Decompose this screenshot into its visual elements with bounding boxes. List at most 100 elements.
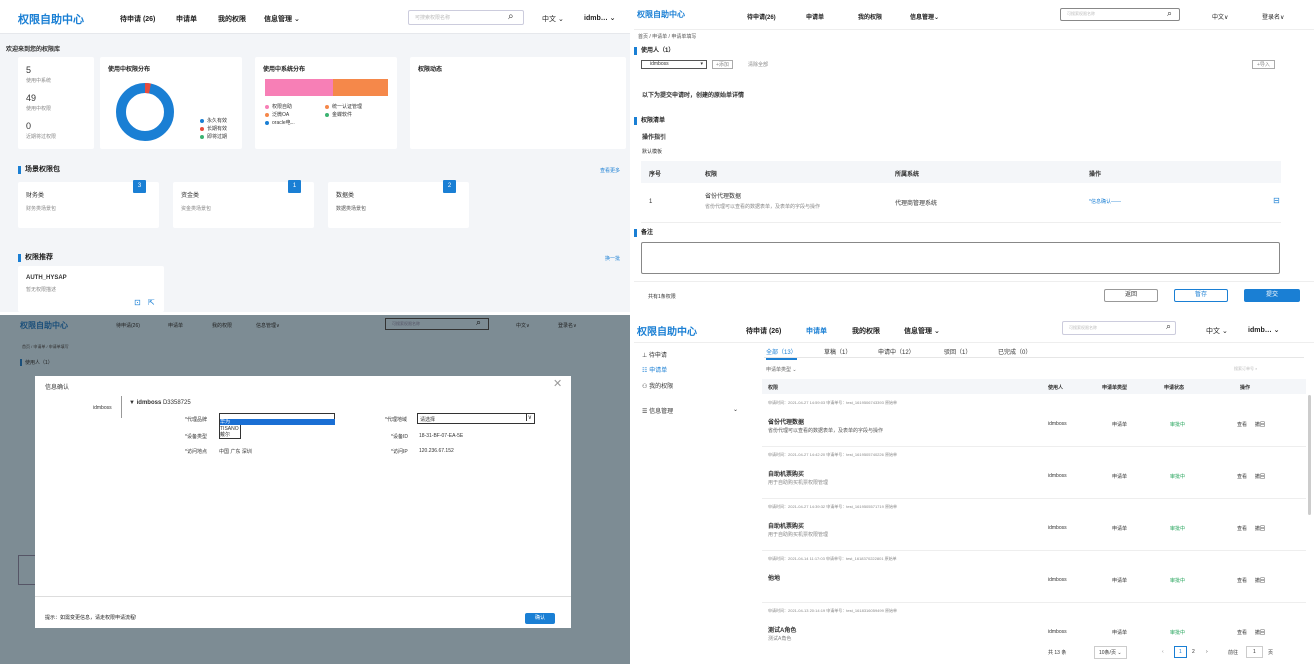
user-select[interactable]: idmboss ▾	[641, 60, 707, 69]
nav-requests[interactable]: 申请单	[168, 322, 183, 329]
nav-pending[interactable]: 待申请 (26)	[120, 14, 155, 24]
table-header: 序号 权限 所属系统 操作	[641, 161, 1281, 183]
scrollbar[interactable]	[1308, 395, 1311, 515]
back-button[interactable]: 返回	[1104, 289, 1158, 302]
col-perm: 权限	[768, 385, 779, 391]
view-link[interactable]: 查看	[1237, 525, 1247, 532]
nav-my-permissions[interactable]: 我的权限	[858, 12, 882, 21]
col-status: 申请状态	[1164, 385, 1185, 391]
list-header: 权限 使用人 申请单类型 申请状态 操作	[762, 379, 1306, 394]
view-link[interactable]: 查看	[1237, 629, 1247, 636]
sidebar-item-requests[interactable]: ☷ 申请单	[642, 365, 667, 374]
nav-requests[interactable]: 申请单	[806, 326, 827, 336]
brand-option[interactable]: 戴尔	[220, 432, 240, 438]
nav-info-manage[interactable]: 信息管理 ⌄	[904, 326, 940, 336]
close-icon[interactable]: ✕	[553, 377, 562, 390]
list-item[interactable]: 申请时间：2021-04-14 11:17:03 申请单号：test_16183…	[762, 551, 1306, 603]
nav-info-manage[interactable]: 信息管理∨	[256, 322, 280, 329]
nav-pending[interactable]: 待申请 (26)	[746, 326, 781, 336]
list-item[interactable]: 申请时间：2021-04-27 14:59:03 申请单号：test_16195…	[762, 395, 1306, 447]
search-input[interactable]: 可搜索权限名称	[1060, 8, 1180, 21]
language-select[interactable]: 中文 ⌄	[542, 14, 564, 24]
tab-all[interactable]: 全部（13）	[766, 347, 797, 360]
search-icon[interactable]: ⌕	[1166, 321, 1171, 332]
view-link[interactable]: 查看	[1237, 421, 1247, 428]
sidebar-item-info-manage[interactable]: ☰ 信息管理 ⌄	[642, 406, 738, 415]
withdraw-link[interactable]: 撤回	[1255, 577, 1265, 584]
withdraw-link[interactable]: 撤回	[1255, 629, 1265, 636]
nav-my-permissions[interactable]: 我的权限	[852, 326, 880, 336]
search-icon[interactable]: ⌕	[1167, 8, 1172, 19]
user-menu[interactable]: 登录名∨	[558, 322, 577, 329]
goto-input[interactable]: 1	[1246, 646, 1263, 658]
scene-card-data[interactable]: 数据类 数据类场景包 2	[328, 180, 469, 228]
request-type-filter[interactable]: 申请单类型 ⌄	[766, 366, 797, 373]
view-link[interactable]: 查看	[1237, 577, 1247, 584]
search-input[interactable]: 可搜索权限名称	[408, 10, 524, 25]
save-draft-button[interactable]: 暂存	[1174, 289, 1228, 302]
nav-requests[interactable]: 申请单	[806, 12, 824, 21]
clear-all-link[interactable]: 清除全部	[748, 61, 768, 68]
tree-node[interactable]: ▼ idmboss D3358725	[129, 400, 191, 406]
list-item[interactable]: 申请时间：2021-04-27 14:42:20 申请单号：test_16195…	[762, 447, 1306, 499]
sidebar-item-my-permissions[interactable]: ⚇ 我的权限	[642, 381, 673, 390]
page-2[interactable]: 2	[1192, 649, 1195, 655]
language-select[interactable]: 中文∨	[1212, 12, 1228, 21]
row-desc: 用于自助购买机票权限管理	[768, 532, 829, 538]
search-input[interactable]: 可搜索权限名称	[385, 318, 489, 330]
next-page-icon[interactable]: ›	[1206, 649, 1208, 655]
stat-expiring-num: 0	[26, 121, 32, 131]
confirm-button[interactable]: 确认	[525, 613, 555, 624]
brand-option-selected[interactable]: 华为	[220, 419, 335, 425]
see-more-link[interactable]: 查看更多	[600, 167, 620, 174]
perm-donut-chart	[116, 83, 174, 141]
submit-button[interactable]: 提交	[1244, 289, 1300, 302]
page-size-select[interactable]: 10条/页 ⌄	[1094, 646, 1127, 659]
search-icon[interactable]: ⌕	[476, 317, 481, 328]
import-button[interactable]: +导入	[1252, 60, 1275, 69]
view-link[interactable]: 查看	[1237, 473, 1247, 480]
cart-icon[interactable]: ⊡	[134, 298, 141, 307]
page-1[interactable]: 1	[1174, 646, 1187, 658]
language-select[interactable]: 中文∨	[516, 322, 530, 329]
info-confirm-link[interactable]: *信息确认——	[1089, 198, 1121, 205]
tab-draft[interactable]: 草稿（1）	[824, 347, 851, 356]
brand-dropdown[interactable]: 华为 HP惠普 TISANO 戴尔	[219, 419, 335, 439]
remark-textarea[interactable]	[641, 242, 1280, 274]
search-icon[interactable]: ⌕	[508, 11, 514, 22]
user-menu[interactable]: idmb… ⌄	[1248, 326, 1280, 334]
language-select[interactable]: 中文 ⌄	[1206, 326, 1228, 336]
address-label: *访问地点	[185, 449, 207, 455]
user-menu[interactable]: 登录名∨	[1262, 12, 1284, 21]
apply-icon[interactable]: ⇱	[148, 298, 155, 307]
delete-icon[interactable]: ⊟	[1273, 196, 1280, 205]
tab-completed[interactable]: 已完成（0）	[998, 347, 1031, 356]
nav-my-permissions[interactable]: 我的权限	[218, 14, 246, 24]
scene-card-fund[interactable]: 资金类 资金类场景包 1	[173, 180, 314, 228]
add-user-button[interactable]: +添加	[712, 60, 733, 69]
nav-my-permissions[interactable]: 我的权限	[212, 322, 232, 329]
withdraw-link[interactable]: 撤回	[1255, 525, 1265, 532]
prev-page-icon[interactable]: ‹	[1162, 649, 1164, 655]
row-meta: 申请时间：2021-04-27 14:39:32 申请单号：test_16195…	[768, 504, 897, 509]
order-search-input[interactable]: 搜索订单号 ⌕	[1234, 366, 1257, 372]
nav-info-manage[interactable]: 信息管理 ⌄	[264, 14, 300, 24]
scene-card-finance[interactable]: 财务类 财务类场景包 3	[18, 180, 159, 228]
nav-pending[interactable]: 待申请(26)	[116, 322, 140, 329]
rec-card[interactable]: AUTH_HYSAP 暂无权限描述 ⊡ ⇱	[18, 266, 164, 312]
list-item[interactable]: 申请时间：2021-04-27 14:39:32 申请单号：test_16195…	[762, 499, 1306, 551]
region-select[interactable]: 请选择 ∨	[417, 413, 535, 424]
withdraw-link[interactable]: 撤回	[1255, 421, 1265, 428]
withdraw-link[interactable]: 撤回	[1255, 473, 1265, 480]
tab-in-progress[interactable]: 申请中（12）	[878, 347, 915, 356]
nav-info-manage[interactable]: 信息管理⌄	[910, 12, 939, 21]
perm-dist-title: 使用中权限分布	[108, 67, 151, 73]
tab-rejected[interactable]: 驳回（1）	[944, 347, 971, 356]
search-input[interactable]: 可搜索权限名称	[1062, 321, 1176, 335]
rec-desc: 暂无权限描述	[26, 287, 57, 293]
nav-requests[interactable]: 申请单	[176, 14, 197, 24]
swap-link[interactable]: 换一批	[605, 255, 620, 262]
user-menu[interactable]: idmb… ⌄	[584, 14, 616, 22]
nav-pending[interactable]: 待申请(26)	[747, 12, 776, 21]
sidebar-item-pending[interactable]: ⊥ 待申请	[642, 350, 667, 359]
